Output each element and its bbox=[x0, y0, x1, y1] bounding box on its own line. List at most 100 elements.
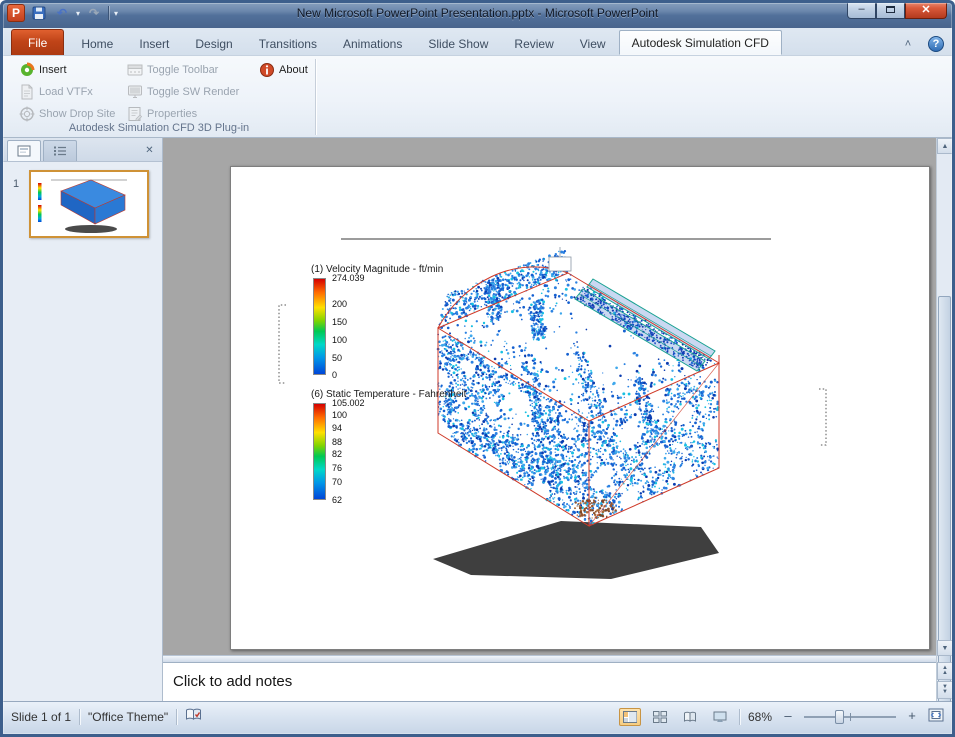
insert-button[interactable]: Insert bbox=[15, 60, 71, 80]
legend-tick: 94 bbox=[332, 423, 342, 433]
tab-insert[interactable]: Insert bbox=[126, 31, 182, 55]
ribbon-body: Insert Load VTFx Show Drop Site Toggle T… bbox=[3, 55, 952, 138]
properties-button[interactable]: Properties bbox=[123, 104, 201, 124]
insert-icon bbox=[19, 62, 35, 78]
legend-tick: 82 bbox=[332, 449, 342, 459]
close-window-button[interactable]: ✕ bbox=[905, 0, 947, 19]
outline-tab-icon bbox=[53, 145, 67, 157]
show-drop-site-label: Show Drop Site bbox=[39, 108, 115, 120]
toggle-toolbar-button[interactable]: Toggle Toolbar bbox=[123, 60, 222, 80]
help-button[interactable]: ? bbox=[928, 36, 944, 52]
slide-thumbnail-preview bbox=[31, 172, 147, 236]
tab-home[interactable]: Home bbox=[68, 31, 126, 55]
slides-tab[interactable] bbox=[7, 140, 41, 161]
theme-name: "Office Theme" bbox=[88, 710, 168, 724]
ribbon-group-separator bbox=[315, 59, 316, 135]
slide-counter: Slide 1 of 1 bbox=[11, 710, 71, 724]
maximize-window-button[interactable] bbox=[876, 0, 905, 19]
slide-sorter-view-button[interactable] bbox=[649, 708, 671, 726]
slide-show-view-button[interactable] bbox=[709, 708, 731, 726]
legend-tick: 70 bbox=[332, 477, 342, 487]
slides-panel-tabs: ✕ bbox=[3, 138, 162, 162]
spell-check-button[interactable] bbox=[185, 708, 202, 725]
notes-splitter[interactable] bbox=[163, 655, 936, 663]
cfd-vent-structure bbox=[575, 279, 715, 371]
about-button[interactable]: About bbox=[255, 60, 312, 80]
tab-view[interactable]: View bbox=[567, 31, 619, 55]
tab-file[interactable]: File bbox=[11, 29, 64, 55]
zoom-in-button[interactable]: + bbox=[904, 709, 920, 725]
legend-tick: 50 bbox=[332, 353, 342, 363]
cfd-rooftop-box bbox=[549, 247, 571, 271]
double-chevron-down-icon: ▼▼ bbox=[942, 685, 948, 695]
outline-tab[interactable] bbox=[43, 140, 77, 161]
scroll-up-icon: ▲ bbox=[942, 143, 949, 150]
status-separator bbox=[176, 709, 177, 725]
right-placeholder-bracket bbox=[819, 389, 826, 445]
slide[interactable]: (1) Velocity Magnitude - ft/min 274.039 … bbox=[230, 166, 930, 650]
cfd-particle-cloud bbox=[437, 250, 720, 525]
vertical-scrollbar[interactable]: ▲ ▼ ▲▲ ▼▼ bbox=[936, 138, 952, 701]
tab-review[interactable]: Review bbox=[501, 31, 566, 55]
load-vtfx-icon bbox=[19, 84, 35, 100]
velocity-color-bar bbox=[313, 278, 326, 375]
slides-tab-icon bbox=[17, 145, 31, 157]
close-slides-panel-button[interactable]: ✕ bbox=[142, 143, 157, 158]
notes-placeholder[interactable]: Click to add notes bbox=[173, 673, 292, 690]
scroll-up-button[interactable]: ▲ bbox=[937, 138, 953, 154]
scroll-down-button[interactable]: ▼ bbox=[937, 640, 953, 656]
tab-transitions[interactable]: Transitions bbox=[246, 31, 330, 55]
minimize-ribbon-icon[interactable]: ˄ bbox=[898, 38, 918, 50]
velocity-legend: (1) Velocity Magnitude - ft/min 274.039 … bbox=[311, 264, 461, 375]
load-vtfx-label: Load VTFx bbox=[39, 86, 93, 98]
slide-sorter-icon bbox=[653, 711, 667, 723]
ribbon-group-label: Autodesk Simulation CFD 3D Plug-in bbox=[3, 122, 315, 134]
powerpoint-window: P ↶ ▾ ↷ ▾ New Microsoft PowerPoint Prese… bbox=[0, 0, 955, 737]
notes-pane[interactable]: Click to add notes bbox=[163, 663, 936, 701]
window-title: New Microsoft PowerPoint Presentation.pp… bbox=[0, 0, 955, 28]
legend-tick: 100 bbox=[332, 335, 347, 345]
scroll-down-icon: ▼ bbox=[942, 645, 949, 652]
toggle-sw-render-button[interactable]: Toggle SW Render bbox=[123, 82, 243, 102]
legend-tick: 76 bbox=[332, 463, 342, 473]
temperature-legend: (6) Static Temperature - Fahrenheit 105.… bbox=[311, 389, 461, 500]
tab-autodesk-simulation-cfd[interactable]: Autodesk Simulation CFD bbox=[619, 30, 782, 55]
minimize-window-button[interactable]: – bbox=[847, 0, 876, 19]
cfd-shadow bbox=[433, 521, 719, 579]
title-bar: P ↶ ▾ ↷ ▾ New Microsoft PowerPoint Prese… bbox=[0, 0, 955, 28]
zoom-slider-thumb[interactable] bbox=[835, 710, 844, 724]
zoom-slider[interactable] bbox=[804, 709, 896, 725]
slide-thumbnail[interactable] bbox=[29, 170, 149, 238]
reading-view-button[interactable] bbox=[679, 708, 701, 726]
next-slide-button[interactable]: ▼▼ bbox=[937, 681, 953, 699]
temperature-legend-ticks: 105.002 100 94 88 82 76 70 62 bbox=[332, 403, 392, 500]
zoom-level[interactable]: 68% bbox=[748, 710, 772, 724]
toggle-toolbar-label: Toggle Toolbar bbox=[147, 64, 218, 76]
toggle-sw-render-label: Toggle SW Render bbox=[147, 86, 239, 98]
load-vtfx-button[interactable]: Load VTFx bbox=[15, 82, 97, 102]
tab-slide-show[interactable]: Slide Show bbox=[415, 31, 501, 55]
show-drop-site-button[interactable]: Show Drop Site bbox=[15, 104, 119, 124]
velocity-legend-ticks: 274.039 200 150 100 50 0 bbox=[332, 278, 392, 375]
zoom-out-button[interactable]: – bbox=[780, 709, 796, 725]
temperature-color-bar bbox=[313, 403, 326, 500]
legend-tick: 150 bbox=[332, 317, 347, 327]
slide-thumbnail-number: 1 bbox=[13, 178, 19, 190]
status-separator bbox=[739, 709, 740, 725]
tab-animations[interactable]: Animations bbox=[330, 31, 415, 55]
window-controls: – ✕ bbox=[847, 0, 947, 19]
reading-view-icon bbox=[683, 711, 697, 723]
maximize-icon bbox=[886, 6, 895, 13]
about-icon bbox=[259, 62, 275, 78]
status-separator bbox=[79, 709, 80, 725]
previous-slide-button[interactable]: ▲▲ bbox=[937, 662, 953, 680]
about-label: About bbox=[279, 64, 308, 76]
slide-editing-canvas[interactable]: (1) Velocity Magnitude - ft/min 274.039 … bbox=[163, 138, 936, 655]
tab-design[interactable]: Design bbox=[182, 31, 245, 55]
zoom-slider-notch bbox=[850, 713, 851, 721]
fit-to-window-button[interactable] bbox=[928, 708, 944, 725]
legend-tick: 274.039 bbox=[332, 273, 365, 283]
legend-tick: 100 bbox=[332, 410, 347, 420]
properties-icon bbox=[127, 106, 143, 122]
normal-view-button[interactable] bbox=[619, 708, 641, 726]
